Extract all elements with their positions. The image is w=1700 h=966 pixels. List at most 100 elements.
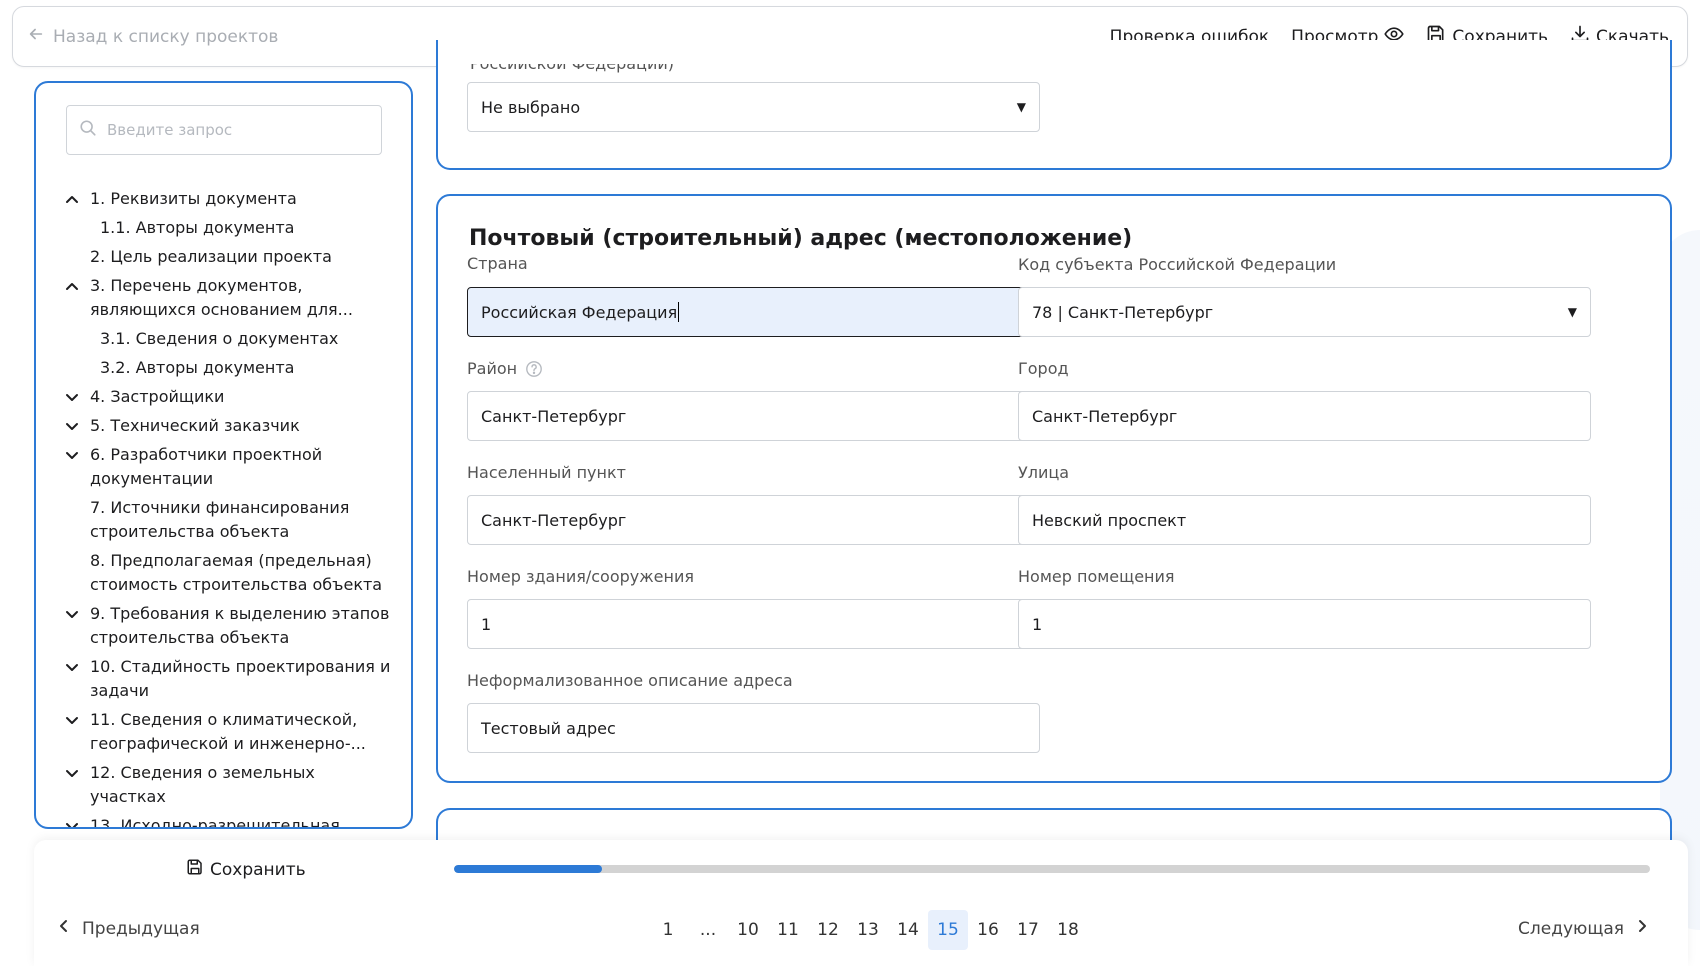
sidebar-item[interactable]: 10. Стадийность проектирования и задачи [64,655,394,703]
city-label-text: Город [1018,359,1069,378]
chevron-down-icon[interactable] [64,814,84,827]
sidebar-item-label: 13. Исходно-разрешительная [90,816,340,829]
informal-value: Тестовый адрес [481,718,616,738]
chevron-up-icon[interactable] [64,187,84,211]
previous-page-label: Предыдущая [82,918,200,939]
chevron-down-icon[interactable] [64,655,84,679]
progress-bar [454,865,1650,873]
page-number[interactable]: 15 [928,910,968,950]
chevron-up-icon[interactable] [64,274,84,298]
previous-select[interactable]: Не выбрано ▼ [467,82,1040,132]
sidebar-item[interactable]: 3.2. Авторы документа [64,356,394,380]
region-code-value: 78 | Санкт-Петербург [1032,302,1214,322]
chevron-down-icon[interactable] [64,602,84,626]
page-number[interactable]: 17 [1008,910,1048,950]
save-bottom-button[interactable]: Сохранить [186,858,306,881]
next-page-button[interactable]: Следующая [1518,918,1650,939]
sidebar-item[interactable]: 3. Перечень документов, являющихся основ… [64,274,394,322]
room-value: 1 [1032,614,1043,634]
chevron-right-icon [1634,918,1650,939]
sidebar-item[interactable]: 3.1. Сведения о документах [64,327,394,351]
city-label: Город [1018,359,1069,378]
section-tree: 1. Реквизиты документа 1.1. Авторы докуме… [64,187,394,829]
street-input[interactable]: Невский проспект [1018,495,1591,545]
sidebar-search [66,105,382,155]
sidebar-item-label: 5. Технический заказчик [90,416,300,435]
country-input[interactable]: Российская Федерация [467,287,1040,337]
region-code-label: Код субъекта Российской Федерации [1018,255,1336,274]
informal-address-input[interactable]: Тестовый адрес [467,703,1040,753]
sidebar-item-label: 2. Цель реализации проекта [90,247,332,266]
room-number-label: Номер помещения [1018,567,1175,586]
sidebar-item-label: 1.1. Авторы документа [100,218,295,237]
sidebar-item-label: 7. Источники финансирования строительств… [90,498,350,541]
chevron-down-icon[interactable] [64,443,84,467]
sidebar-item-label: 3.1. Сведения о документах [100,329,339,348]
pagination: 1... 10 11 12 13 14 15 16 17 18 [648,910,1088,950]
sidebar-item[interactable]: 13. Исходно-разрешительная [64,814,394,829]
sidebar-item-label: 12. Сведения о земельных участках [90,763,315,806]
sidebar-item[interactable]: 4. Застройщики [64,385,394,409]
district-label-text: Район [467,359,518,378]
search-input[interactable] [107,121,369,139]
bottom-bar: Сохранить Предыдущая 1... 10 11 12 13 14 15 16 1… [34,840,1688,966]
country-value: Российская Федерация [481,302,678,322]
chevron-down-icon[interactable] [64,385,84,409]
back-link-label: Назад к списку проектов [53,26,279,47]
page-number[interactable]: 13 [848,910,888,950]
district-label: Район [467,359,543,378]
chevron-down-icon[interactable] [64,761,84,785]
sidebar-item-label: 3.2. Авторы документа [100,358,295,377]
chevron-down-icon[interactable] [64,414,84,438]
sidebar-item[interactable]: 2. Цель реализации проекта [64,245,394,269]
sidebar-item[interactable]: 11. Сведения о климатической, географиче… [64,708,394,756]
pagination-ellipsis: ... [699,920,717,940]
district-value: Санкт-Петербург [481,406,627,426]
save-bottom-label: Сохранить [210,859,306,880]
chevron-down-icon[interactable] [64,708,84,732]
room-number-input[interactable]: 1 [1018,599,1591,649]
sidebar-item-label: 11. Сведения о климатической, географиче… [90,710,366,753]
address-card: Почтовый (строительный) адрес (местополо… [436,194,1672,783]
page-number[interactable]: 18 [1048,910,1088,950]
previous-select-value: Не выбрано [481,97,581,117]
informal-address-label: Неформализованное описание адреса [467,671,793,690]
informal-label-text: Неформализованное описание адреса [467,671,793,690]
region-code-select[interactable]: 78 | Санкт-Петербург ▼ [1018,287,1591,337]
city-input[interactable]: Санкт-Петербург [1018,391,1591,441]
sidebar-item[interactable]: 8. Предполагаемая (предельная) стоимость… [64,549,394,597]
next-page-label: Следующая [1518,918,1624,939]
building-value: 1 [481,614,492,634]
district-input[interactable]: Санкт-Петербург [467,391,1040,441]
page-number[interactable]: 11 [768,910,808,950]
sidebar-item[interactable]: 9. Требования к выделению этапов строите… [64,602,394,650]
region-code-label-text: Код субъекта Российской Федерации [1018,255,1337,274]
page-number[interactable]: 1 [648,910,688,950]
chevron-left-icon [56,918,72,939]
building-number-input[interactable]: 1 [467,599,1040,649]
page-number[interactable]: 16 [968,910,1008,950]
sidebar-item-label: 9. Требования к выделению этапов строите… [90,604,390,647]
street-label-text: Улица [1018,463,1070,482]
street-label: Улица [1018,463,1069,482]
locality-input[interactable]: Санкт-Петербург [467,495,1040,545]
sidebar-item[interactable]: 5. Технический заказчик [64,414,394,438]
previous-page-button[interactable]: Предыдущая [56,918,200,939]
sidebar-item[interactable]: 12. Сведения о земельных участках [64,761,394,809]
sidebar-item[interactable]: 1. Реквизиты документа [64,187,394,211]
page-number[interactable]: 14 [888,910,928,950]
back-to-projects-link[interactable]: Назад к списку проектов [27,25,278,48]
sidebar-item-label: 10. Стадийность проектирования и задачи [90,657,391,700]
sidebar-item[interactable]: 7. Источники финансирования строительств… [64,496,394,544]
cut-field-label: Российской Федерации) [470,54,674,73]
locality-label: Населенный пункт [467,463,626,482]
page-number[interactable]: 12 [808,910,848,950]
building-number-label: Номер здания/сооружения [467,567,694,586]
help-icon[interactable] [525,360,543,378]
sidebar-item[interactable]: 6. Разработчики проектной документации [64,443,394,491]
search-icon [79,119,97,141]
text-cursor [678,302,680,322]
page-number[interactable]: 10 [728,910,768,950]
sidebar-item-label: 6. Разработчики проектной документации [90,445,323,488]
sidebar-item[interactable]: 1.1. Авторы документа [64,216,394,240]
